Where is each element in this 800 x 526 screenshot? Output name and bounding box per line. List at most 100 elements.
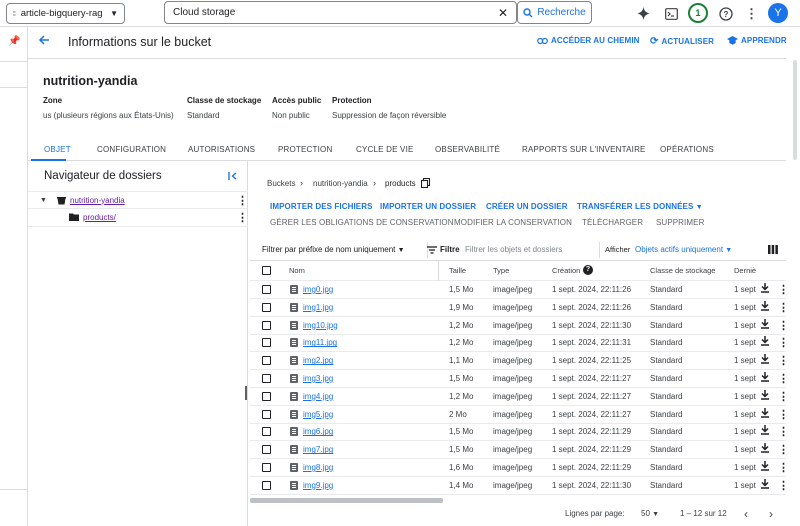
tab-operations[interactable]: OPÉRATIONS [660, 145, 714, 154]
table-row[interactable]: img7.jpg 1,5 Mo image/jpeg 1 sept. 2024, 22… [250, 441, 789, 460]
table-row[interactable]: img11.jpg 1,2 Mo image/jpeg 1 sept. 2024, 2… [250, 334, 789, 353]
header-size[interactable]: Taille [449, 266, 466, 275]
row-checkbox[interactable] [262, 356, 271, 366]
select-all-checkbox[interactable] [262, 266, 271, 275]
help-icon[interactable]: ? [716, 4, 735, 23]
row-checkbox[interactable] [262, 302, 271, 312]
filter-input[interactable]: Filtrer les objets et dossiers [465, 245, 562, 254]
table-row[interactable]: img0.jpg 1,5 Mo image/jpeg 1 sept. 2024, 22… [250, 281, 789, 299]
object-name-link[interactable]: img11.jpg [303, 338, 337, 347]
collapse-panel-icon[interactable] [228, 171, 238, 184]
edit-retention-button[interactable]: MODIFIER LA CONSERVATION [454, 218, 572, 227]
root-more-icon[interactable]: ⋮ [237, 194, 248, 207]
tab-lifecycle[interactable]: CYCLE DE VIE [356, 145, 414, 154]
download-icon[interactable] [760, 283, 770, 296]
object-name-link[interactable]: img9.jpg [303, 481, 333, 490]
search-button[interactable]: Recherche [517, 1, 592, 24]
object-name-link[interactable]: img8.jpg [303, 463, 333, 472]
object-name-link[interactable]: img2.jpg [303, 356, 333, 365]
column-display-icon[interactable] [768, 245, 778, 254]
object-name-link[interactable]: img7.jpg [303, 445, 333, 454]
transfer-data-button[interactable]: TRANSFÉRER LES DONNÉES ▼ [577, 202, 703, 211]
row-checkbox[interactable] [262, 409, 271, 419]
download-icon[interactable] [760, 478, 770, 492]
row-checkbox[interactable] [262, 427, 271, 437]
tab-permissions[interactable]: AUTORISATIONS [188, 145, 255, 154]
next-page-icon[interactable]: › [769, 507, 773, 521]
download-icon[interactable] [760, 389, 770, 403]
row-checkbox[interactable] [262, 391, 271, 401]
folder-tree-products-link[interactable]: products/ [83, 213, 116, 222]
cloud-shell-icon[interactable] [662, 4, 681, 23]
upload-files-button[interactable]: IMPORTER DES FICHIERS [270, 202, 373, 211]
object-name-link[interactable]: img0.jpg [303, 285, 333, 294]
back-arrow-icon[interactable] [38, 33, 50, 49]
delete-button[interactable]: SUPPRIMER [656, 218, 704, 227]
vertical-scrollbar[interactable] [793, 60, 797, 160]
table-row[interactable]: img1.jpg 1,9 Mo image/jpeg 1 sept. 2024, 22… [250, 299, 789, 317]
header-storage-class[interactable]: Classe de stockage [650, 266, 715, 275]
row-checkbox[interactable] [262, 374, 271, 383]
header-last-modified[interactable]: Derniè [734, 266, 756, 275]
download-button[interactable]: TÉLÉCHARGER [582, 218, 643, 227]
table-row[interactable]: img8.jpg 1,6 Mo image/jpeg 1 sept. 2024, 22… [250, 459, 789, 477]
avatar[interactable]: Y [768, 3, 788, 23]
download-icon[interactable] [760, 425, 770, 438]
row-checkbox[interactable] [262, 445, 271, 455]
download-icon[interactable] [760, 354, 770, 367]
row-checkbox[interactable] [262, 480, 271, 490]
show-objects-select[interactable]: Objets actifs uniquement ▼ [635, 245, 732, 254]
upload-folder-button[interactable]: IMPORTER UN DOSSIER [380, 202, 476, 211]
table-row[interactable]: img9.jpg 1,4 Mo image/jpeg 1 sept. 2024, 22… [250, 477, 789, 495]
download-icon[interactable] [760, 461, 770, 474]
breadcrumb-bucket[interactable]: nutrition-yandia [313, 179, 368, 188]
search-input[interactable]: Cloud storage ✕ [164, 1, 517, 24]
download-icon[interactable] [760, 318, 770, 332]
table-row[interactable]: img4.jpg 1,2 Mo image/jpeg 1 sept. 2024, 22… [250, 388, 789, 406]
object-name-link[interactable]: img5.jpg [303, 410, 333, 419]
tab-object[interactable]: OBJET [44, 145, 71, 154]
notifications-badge[interactable]: 1 [688, 3, 708, 23]
breadcrumb-buckets[interactable]: Buckets [267, 179, 295, 188]
folder-tree-child[interactable]: products/ ⋮ [28, 209, 248, 227]
tab-observability[interactable]: OBSERVABILITÉ [435, 145, 500, 154]
tab-configuration[interactable]: CONFIGURATION [97, 145, 166, 154]
header-created[interactable]: Création [552, 266, 580, 275]
row-checkbox[interactable] [262, 463, 271, 472]
folder-tree-root[interactable]: ▼ nutrition-yandia ⋮ [28, 191, 248, 209]
rows-per-page-select[interactable]: 50 ▼ [641, 509, 659, 518]
object-name-link[interactable]: img4.jpg [303, 392, 333, 401]
manage-retention-button[interactable]: GÉRER LES OBLIGATIONS DE CONSERVATION [270, 218, 454, 227]
table-row[interactable]: img5.jpg 2 Mo image/jpeg 1 sept. 2024, 22:1… [250, 406, 789, 424]
object-name-link[interactable]: img6.jpg [303, 427, 333, 436]
download-icon[interactable] [760, 443, 770, 456]
create-folder-button[interactable]: CRÉER UN DOSSIER [486, 202, 568, 211]
object-name-link[interactable]: img3.jpg [303, 374, 333, 383]
table-row[interactable]: img2.jpg 1,1 Mo image/jpeg 1 sept. 2024, 22… [250, 352, 789, 371]
more-options-icon[interactable]: ⋮ [742, 4, 761, 23]
previous-page-icon[interactable]: ‹ [744, 507, 748, 521]
row-checkbox[interactable] [262, 338, 271, 348]
header-name[interactable]: Nom [289, 266, 305, 275]
gemini-icon[interactable] [634, 4, 653, 23]
table-row[interactable]: img6.jpg 1,5 Mo image/jpeg 1 sept. 2024, 22… [250, 423, 789, 442]
table-row[interactable]: img3.jpg 1,5 Mo image/jpeg 1 sept. 2024, 22… [250, 370, 789, 388]
refresh-button[interactable]: ⟳ ACTUALISER [650, 36, 714, 47]
help-icon[interactable]: ? [583, 265, 593, 275]
learn-button[interactable]: APPRENDRE [727, 36, 792, 45]
download-icon[interactable] [760, 372, 770, 385]
download-icon[interactable] [760, 336, 770, 349]
prefix-filter-select[interactable]: Filtrer par préfixe de nom uniquement ▼ [262, 245, 405, 254]
go-to-path-button[interactable]: ACCÉDER AU CHEMIN [537, 36, 640, 45]
panel-resize-handle[interactable] [245, 386, 247, 400]
project-picker[interactable]: ⦂ article-bigquery-rag ▼ [6, 3, 125, 24]
header-type[interactable]: Type [493, 266, 509, 275]
copy-path-icon[interactable] [420, 177, 431, 190]
download-icon[interactable] [760, 300, 770, 314]
object-name-link[interactable]: img1.jpg [303, 303, 333, 312]
object-name-link[interactable]: img10.jpg [303, 321, 338, 330]
child-more-icon[interactable]: ⋮ [237, 211, 248, 224]
table-row[interactable]: img10.jpg 1,2 Mo image/jpeg 1 sept. 2024, 2… [250, 317, 789, 335]
pin-icon[interactable]: 📌 [8, 36, 20, 47]
tab-protection[interactable]: PROTECTION [278, 145, 332, 154]
